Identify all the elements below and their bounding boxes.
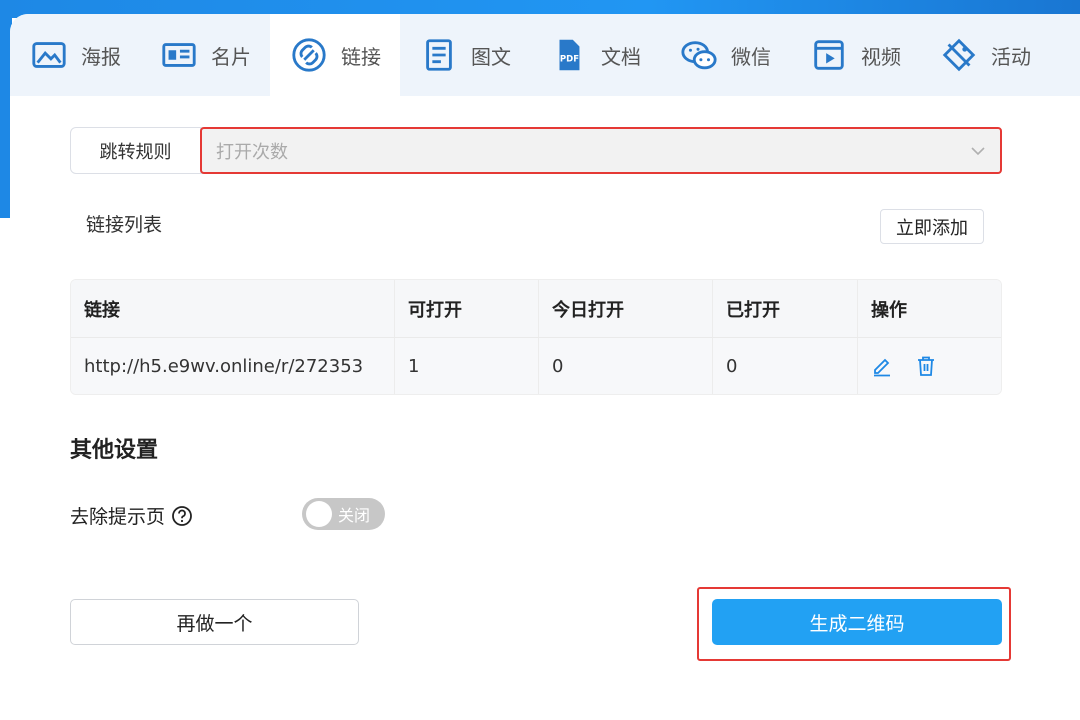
article-icon <box>419 35 459 75</box>
cell-link-url: http://h5.e9wv.online/r/272353 <box>71 338 395 394</box>
header-today-opened: 今日打开 <box>539 280 713 337</box>
cell-opened: 0 <box>713 338 858 394</box>
tab-document[interactable]: PDF 文档 <box>530 14 660 96</box>
tab-label: 微信 <box>731 44 771 69</box>
header-link: 链接 <box>71 280 395 337</box>
remove-hint-row: 去除提示页 <box>70 502 193 529</box>
svg-text:PDF: PDF <box>560 55 579 65</box>
tab-article[interactable]: 图文 <box>400 14 530 96</box>
remove-hint-toggle[interactable]: 关闭 <box>302 498 385 530</box>
header-actions: 操作 <box>871 299 907 321</box>
tab-poster[interactable]: 海报 <box>10 14 140 96</box>
tab-link[interactable]: 链接 <box>270 14 400 96</box>
tab-label: 活动 <box>991 44 1031 69</box>
tab-business-card[interactable]: 名片 <box>140 14 270 96</box>
link-table: 链接 可打开 今日打开 已打开 操作 http://h5.e9wv.online… <box>70 279 1002 395</box>
chevron-down-icon <box>971 146 985 155</box>
tab-activity[interactable]: 活动 <box>920 14 1050 96</box>
cell-today-opened: 0 <box>539 338 713 394</box>
jump-rule-select[interactable]: 打开次数 <box>200 127 1002 174</box>
table-header-row: 链接 可打开 今日打开 已打开 操作 <box>71 280 1001 337</box>
help-icon[interactable] <box>171 505 193 527</box>
tab-label: 名片 <box>211 44 251 69</box>
generate-qrcode-button[interactable]: 生成二维码 <box>712 599 1002 645</box>
add-now-button[interactable]: 立即添加 <box>880 209 984 244</box>
table-row: http://h5.e9wv.online/r/272353 1 0 0 <box>71 337 1001 394</box>
tab-label: 海报 <box>81 44 121 69</box>
other-settings-title: 其他设置 <box>70 438 159 463</box>
cell-openable: 1 <box>395 338 539 394</box>
tab-label: 视频 <box>861 44 901 69</box>
toggle-label: 关闭 <box>338 506 371 525</box>
tab-video[interactable]: 视频 <box>790 14 920 96</box>
link-list-title: 链接列表 <box>86 214 163 236</box>
business-card-icon <box>159 35 199 75</box>
link-icon <box>289 35 329 75</box>
poster-icon <box>29 35 69 75</box>
remove-hint-label: 去除提示页 <box>70 506 166 528</box>
delete-icon[interactable] <box>915 355 937 377</box>
cell-actions <box>858 338 1001 394</box>
tab-label: 文档 <box>601 44 641 69</box>
tab-label: 链接 <box>341 44 381 69</box>
jump-rule-placeholder: 打开次数 <box>216 141 288 163</box>
activity-icon <box>939 35 979 75</box>
tab-bar: 海报 名片 链接 图文 PDF 文档 微信 视频 活动 <box>10 14 1080 96</box>
tab-wechat[interactable]: 微信 <box>660 14 790 96</box>
jump-rule-row: 跳转规则 打开次数 <box>70 127 1002 174</box>
tab-label: 图文 <box>471 44 511 69</box>
toggle-knob <box>306 501 332 527</box>
video-icon <box>809 35 849 75</box>
wechat-icon <box>679 35 719 75</box>
pdf-document-icon: PDF <box>549 35 589 75</box>
header-openable: 可打开 <box>395 280 539 337</box>
edit-icon[interactable] <box>871 355 893 377</box>
header-opened: 已打开 <box>713 280 858 337</box>
make-another-button[interactable]: 再做一个 <box>70 599 359 645</box>
jump-rule-label: 跳转规则 <box>71 128 201 173</box>
